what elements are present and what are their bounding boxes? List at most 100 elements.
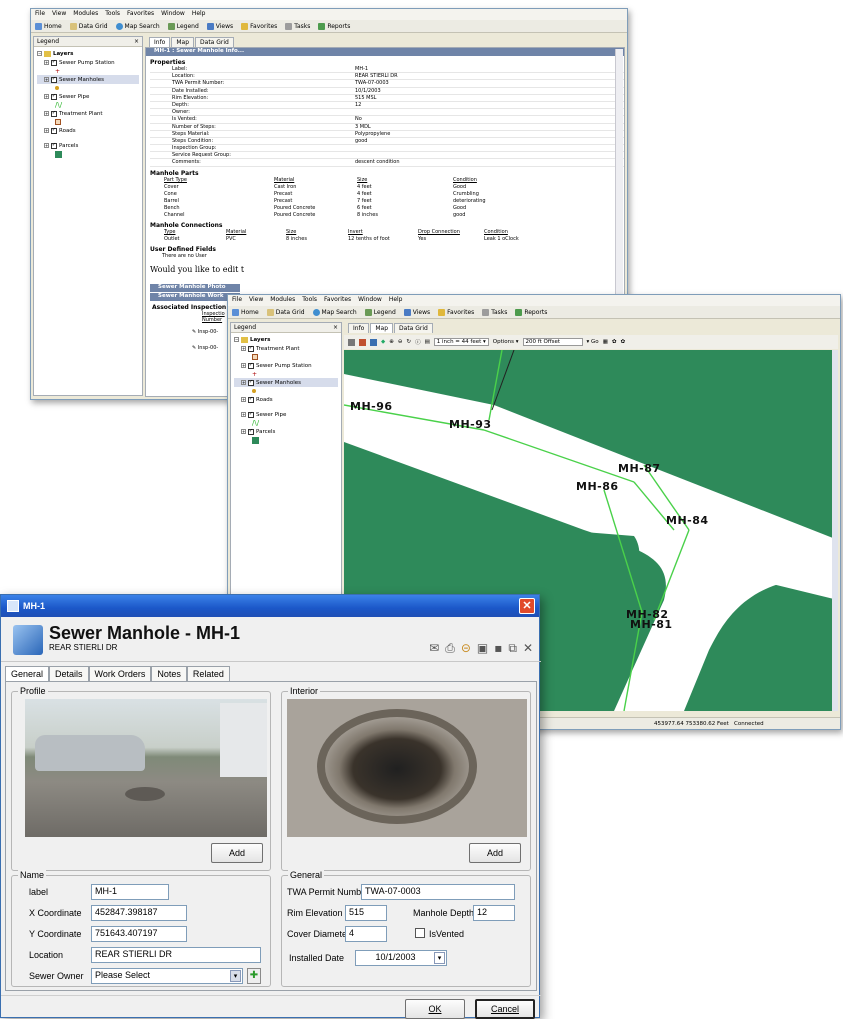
layer-item[interactable]: + ✓ Parcels [234, 427, 338, 436]
manhole-label[interactable]: MH-96 [350, 400, 393, 413]
layer-item[interactable]: + ✓ Sewer Pump Station [37, 58, 139, 67]
toolbar-tasks[interactable]: Tasks [482, 308, 507, 316]
checkbox[interactable]: ✓ [248, 428, 254, 435]
zoom-out-icon[interactable]: ⊖ [398, 339, 403, 345]
checkbox[interactable]: ✓ [51, 142, 57, 149]
measure-icon[interactable]: ▤ [425, 339, 430, 345]
layer-item[interactable]: + ✓ Treatment Plant [234, 344, 338, 353]
layer-item[interactable]: + ✓ Roads [37, 126, 139, 135]
checkbox[interactable]: ✓ [248, 362, 254, 369]
toolbar-home[interactable]: Home [35, 22, 62, 30]
menu-help[interactable]: Help [389, 296, 403, 305]
checkbox[interactable]: ✓ [248, 411, 254, 418]
layers-root[interactable]: − Layers [37, 49, 139, 58]
manhole-label[interactable]: MH-84 [666, 514, 709, 527]
new-icon[interactable]: ▣ [477, 641, 488, 656]
scale-select[interactable]: 1 inch = 44 feet ▾ [433, 338, 489, 346]
email-icon[interactable]: ✉ [429, 641, 439, 656]
toolbar-favorites[interactable]: Favorites [438, 308, 474, 316]
go-button[interactable]: ▾ Go [587, 339, 599, 345]
menu-favorites[interactable]: Favorites [324, 296, 351, 305]
refresh-icon[interactable]: ↻ [406, 339, 411, 345]
installed-date-picker[interactable]: 10/1/2003 ▾ [355, 950, 447, 966]
menu-help[interactable]: Help [192, 10, 206, 19]
tab-map[interactable]: Map [171, 37, 195, 47]
rim-elevation-field[interactable]: 515 [345, 905, 387, 921]
tab-data-grid[interactable]: Data Grid [394, 323, 433, 333]
menu-tools[interactable]: Tools [302, 296, 317, 305]
menu-modules[interactable]: Modules [270, 296, 295, 305]
menu-window[interactable]: Window [161, 10, 185, 19]
toolbar-views[interactable]: Views [206, 22, 233, 30]
manhole-depth-field[interactable]: 12 [473, 905, 515, 921]
cancel-button[interactable]: Cancel [475, 999, 535, 1019]
location-field[interactable]: REAR STIERLI DR [91, 947, 261, 963]
checkbox[interactable]: ✓ [248, 345, 254, 352]
menu-modules[interactable]: Modules [73, 10, 98, 19]
pan-icon[interactable] [359, 338, 366, 346]
layer-item[interactable]: + ✓ Sewer Pipe [234, 410, 338, 419]
add-profile-button[interactable]: Add [211, 843, 263, 863]
x-coordinate-field[interactable]: 452847.398187 [91, 905, 187, 921]
map-scrollbar[interactable] [832, 350, 838, 711]
offset-select[interactable]: 200 ft Offset [522, 338, 583, 346]
print-icon[interactable]: ⎙ [445, 641, 455, 656]
twa-permit-field[interactable]: TWA-07-0003 [361, 884, 515, 900]
tab-info[interactable]: Info [348, 323, 370, 333]
tab-map[interactable]: Map [370, 323, 394, 333]
close-button[interactable]: ✕ [519, 598, 535, 614]
add-owner-icon[interactable]: ✚ [247, 968, 261, 984]
info-icon[interactable]: ⓘ [415, 338, 421, 346]
tab-work-orders[interactable]: Work Orders [88, 666, 152, 681]
select-icon[interactable] [370, 338, 377, 346]
menu-file[interactable]: File [35, 10, 45, 19]
arrow-icon[interactable]: ◆ [381, 339, 385, 345]
close-icon[interactable]: × [134, 38, 139, 45]
checkbox[interactable]: ✓ [51, 110, 57, 117]
layers-root[interactable]: − Layers [234, 335, 338, 344]
menu-file[interactable]: File [232, 296, 242, 305]
map-tool-icon[interactable]: ▦ [603, 339, 608, 345]
layer-item[interactable]: + ✓ Sewer Pump Station [234, 361, 338, 370]
manhole-label[interactable]: MH-81 [630, 618, 673, 631]
toolbar-legend[interactable]: Legend [167, 22, 199, 30]
checkbox[interactable]: ✓ [51, 93, 57, 100]
toolbar-reports[interactable]: Reports [515, 308, 547, 316]
manhole-label[interactable]: MH-87 [618, 462, 661, 475]
delete-icon[interactable]: ✕ [523, 641, 533, 656]
history-icon[interactable]: ⊝ [461, 641, 471, 656]
layer-item[interactable]: + ✓ Treatment Plant [37, 109, 139, 118]
menu-tools[interactable]: Tools [105, 10, 120, 19]
save-icon[interactable]: ▪ [494, 641, 502, 656]
ok-button[interactable]: OK [405, 999, 465, 1019]
is-vented-checkbox[interactable] [415, 928, 425, 938]
label-field[interactable]: MH-1 [91, 884, 169, 900]
toolbar-data-grid[interactable]: Data Grid [266, 308, 305, 316]
manhole-label[interactable]: MH-86 [576, 480, 619, 493]
toolbar-data-grid[interactable]: Data Grid [69, 22, 108, 30]
options-menu[interactable]: Options ▾ [493, 339, 519, 345]
checkbox[interactable]: ✓ [51, 59, 57, 66]
print-icon[interactable] [348, 338, 355, 346]
zoom-in-icon[interactable]: ⊕ [389, 339, 394, 345]
checkbox[interactable]: ✓ [51, 127, 57, 134]
map-tool-icon[interactable]: ✿ [621, 339, 626, 345]
toolbar-home[interactable]: Home [232, 308, 259, 316]
toolbar-map-search[interactable]: Map Search [115, 22, 160, 30]
map-tool-icon[interactable]: ✿ [612, 339, 617, 345]
tab-info[interactable]: Info [149, 37, 171, 47]
add-interior-button[interactable]: Add [469, 843, 521, 863]
toolbar-legend[interactable]: Legend [364, 308, 396, 316]
copy-icon[interactable]: ⧉ [508, 641, 517, 656]
y-coordinate-field[interactable]: 751643.407197 [91, 926, 187, 942]
checkbox[interactable]: ✓ [51, 76, 57, 83]
close-icon[interactable]: × [333, 324, 338, 331]
photos-bar[interactable]: Sewer Manhole Photo [150, 283, 240, 292]
toolbar-views[interactable]: Views [403, 308, 430, 316]
checkbox[interactable]: ✓ [248, 379, 254, 386]
tab-details[interactable]: Details [49, 666, 89, 681]
cover-diameter-field[interactable]: 4 [345, 926, 387, 942]
layer-item[interactable]: + ✓ Parcels [37, 141, 139, 150]
menu-view[interactable]: View [52, 10, 66, 19]
sewer-owner-select[interactable]: Please Select ▾ [91, 968, 243, 984]
